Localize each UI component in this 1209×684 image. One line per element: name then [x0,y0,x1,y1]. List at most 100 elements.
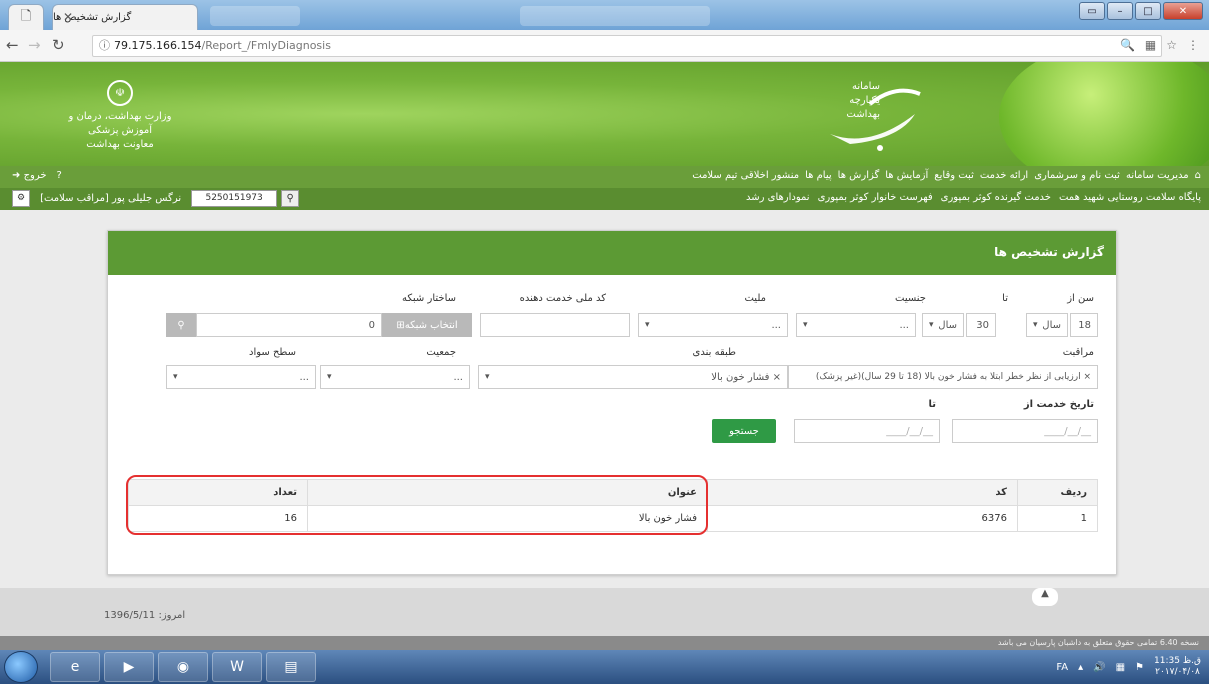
url-host: 79.175.166.154 [114,39,202,52]
menu-item-admin[interactable]: مدیریت سامانه [1126,170,1189,181]
panel-title: گزارش تشخیص ها [108,231,1116,275]
cell-count: 16 [128,505,308,532]
media-player-icon[interactable]: ▶ [104,652,154,682]
tray-arrow-icon[interactable]: ▴ [1078,662,1083,673]
logout-label: خروج [23,170,47,181]
settings-dropdown[interactable]: ⚙ [12,190,31,207]
network-input[interactable]: 0 [196,313,382,337]
explorer-icon[interactable]: ▤ [266,652,316,682]
literacy-label: سطح سواد [249,347,296,358]
start-button[interactable] [4,651,38,683]
word-icon[interactable]: W [212,652,262,682]
literacy-select[interactable]: ... [166,365,316,389]
system-clock[interactable]: 11:35 ق.ظ ۲۰۱۷/۰۴/۰۸ [1154,656,1201,678]
browser-tab-inactive-2[interactable] [520,6,710,26]
menu-item-service[interactable]: ارائه خدمت [980,170,1028,181]
translate-icon[interactable]: ▦ [1145,38,1156,52]
star-icon[interactable]: ☆ [1166,38,1177,52]
window-close-button[interactable]: ✕ [1163,2,1203,20]
ie-icon[interactable]: e [50,652,100,682]
submenu-household[interactable]: فهرست خانوار کوثر بمپوری [818,192,933,203]
age-from-unit-select[interactable]: سال [1026,313,1068,337]
ministry-emblem-icon: ☫ [107,80,133,106]
window-minimize-button[interactable]: – [1107,2,1133,20]
menu-dots-icon[interactable]: ⋮ [1187,38,1199,52]
scroll-top-button[interactable]: ▲ [1032,588,1058,606]
menu-item-tests[interactable]: آزمایش ها [885,170,928,181]
age-to-label: تا [1002,293,1008,304]
gender-select[interactable]: ... [796,313,916,337]
service-date-to-input[interactable]: __/__/____ [794,419,940,443]
browser-tab-inactive[interactable] [210,6,300,26]
window-restore-icon[interactable]: ▭ [1079,2,1105,20]
close-tab-icon[interactable]: ✕ [63,10,73,24]
new-tab-button[interactable]: 🗋 [8,4,44,30]
network-search-icon[interactable]: ⚲ [166,313,196,337]
submenu-growth-charts[interactable]: نمودارهای رشد [746,192,810,203]
chrome-icon[interactable]: ◉ [158,652,208,682]
table-row[interactable]: 1 6376 فشار خون بالا 16 [128,505,1098,532]
age-to-unit-select[interactable]: سال [922,313,964,337]
col-row[interactable]: ردیف [1017,479,1098,506]
windows-taskbar: e ▶ ◉ W ▤ FA ▴ 🔊 ▦ ⚑ 11:35 ق.ظ ۲۰۱۷/۰۴/۰… [0,650,1209,684]
current-user[interactable]: نرگس جلیلی پور [مراقب سلامت] [34,193,187,204]
zoom-icon[interactable]: 🔍 [1120,38,1135,52]
logout-link[interactable]: ➜ خروج [12,170,47,181]
population-select[interactable]: ... [320,365,470,389]
sub-menu: پایگاه سلامت روستایی شهید همت خدمت گیرند… [0,188,1209,210]
care-select[interactable]: × ارزیابی از نظر خطر ابتلا به فشار خون ب… [788,365,1098,389]
main-menu: ⌂ مدیریت سامانه ثبت نام و سرشماری ارائه … [0,166,1209,188]
search-icon[interactable]: ⚲ [281,190,300,207]
clock-date: ۲۰۱۷/۰۴/۰۸ [1155,667,1200,677]
apple-image [999,62,1209,166]
col-code[interactable]: کد [707,479,1018,506]
search-button[interactable]: جستجو [712,419,776,443]
national-code-input[interactable]: 5250151973 [191,190,278,207]
nationality-select[interactable]: ... [638,313,788,337]
col-title[interactable]: عنوان [307,479,708,506]
help-icon[interactable]: ? [57,170,62,181]
back-arrow-icon[interactable]: ← [6,36,19,54]
window-maximize-button[interactable]: □ [1135,2,1161,20]
url-field[interactable]: ⓘ 79.175.166.154/Report_/FmlyDiagnosis [92,35,1162,57]
table-header-row: ردیف کد عنوان تعداد [128,479,1098,506]
network-label: ساختار شبکه [402,293,456,304]
select-network-button[interactable]: ⊞ انتخاب شبکه [382,313,472,337]
footer-date: امروز: 1396/5/11 [104,610,186,621]
version-note: نسخه 6.40 تمامی حقوق متعلق به داشبان پار… [0,636,1209,650]
forward-arrow-icon[interactable]: → [28,36,41,54]
population-label: جمعیت [426,347,456,358]
category-label: طبقه بندی [692,347,736,358]
menu-item-messages[interactable]: پیام ها [805,170,832,181]
gender-label: جنسیت [895,293,926,304]
home-icon[interactable]: ⌂ [1195,170,1201,181]
category-select[interactable]: × فشار خون بالا [478,365,788,389]
menu-item-reports[interactable]: گزارش ها [838,170,880,181]
submenu-health-post[interactable]: پایگاه سلامت روستایی شهید همت [1059,192,1201,203]
clock-time: 11:35 ق.ظ [1154,656,1201,666]
info-icon[interactable]: ⓘ [99,39,110,52]
system-name: سامانه یکپارچه بهداشت [846,81,880,120]
language-indicator[interactable]: FA [1056,662,1068,673]
page-footer: ▲ امروز: 1396/5/11 [0,588,1209,636]
flag-icon[interactable]: ⚑ [1135,662,1144,673]
reload-icon[interactable]: ↻ [52,36,65,54]
nationality-label: ملیت [744,293,766,304]
service-date-from-input[interactable]: __/__/____ [952,419,1098,443]
results-table: ردیف کد عنوان تعداد 1 6376 فشار خون بالا… [128,479,1098,532]
submenu-client[interactable]: خدمت گیرنده کوثر بمپوری [941,192,1051,203]
browser-tab-active[interactable]: ✕ گزارش تشخیص ها [52,4,198,30]
provider-code-input[interactable] [480,313,630,337]
ministry-logo-block: ☫ وزارت بهداشت، درمان و آموزش پزشکی معاو… [55,80,185,152]
col-count[interactable]: تعداد [128,479,308,506]
address-bar-row: ← → ↻ ⓘ 79.175.166.154/Report_/FmlyDiagno… [0,30,1209,62]
menu-item-events[interactable]: ثبت وقایع [934,170,974,181]
age-to-input[interactable]: 30 [966,313,996,337]
network-icon[interactable]: ▦ [1116,662,1125,673]
service-date-to-label: تا [928,399,936,410]
menu-item-charter[interactable]: منشور اخلاقی تیم سلامت [692,170,799,181]
age-from-input[interactable]: 18 [1070,313,1098,337]
volume-icon[interactable]: 🔊 [1093,662,1105,673]
menu-item-registration[interactable]: ثبت نام و سرشماری [1034,170,1120,181]
provider-code-label: کد ملی خدمت دهنده [519,293,606,304]
